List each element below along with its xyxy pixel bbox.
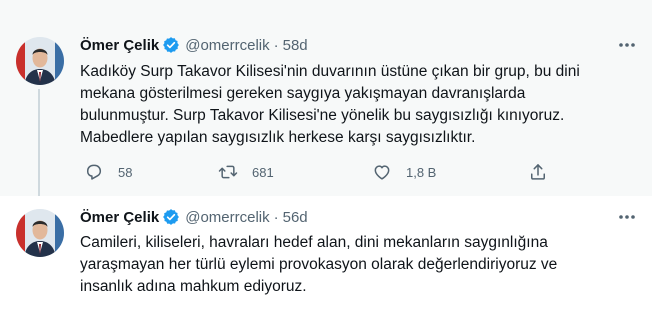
verified-badge-icon (163, 209, 180, 225)
like-button[interactable]: 1,8 B (372, 160, 436, 184)
thread-connector-line (38, 89, 40, 196)
tweet-text-line: insanlık adına mahkum ediyoruz. (80, 278, 307, 295)
author-name[interactable]: Ömer Çelik (80, 37, 159, 54)
tweet-header: Ömer Çelik @omerrcelik · 56d (80, 207, 308, 227)
more-horizontal-icon (619, 215, 635, 219)
tweet-text: Camileri, kiliseleri, havraları hedef al… (80, 232, 628, 298)
separator-dot: · (273, 208, 279, 226)
more-options-button[interactable] (616, 207, 638, 227)
avatar-portrait-icon (16, 37, 64, 85)
share-button[interactable] (528, 160, 548, 184)
tweet-header: Ömer Çelik @omerrcelik · 58d (80, 35, 308, 55)
tweet-2[interactable]: Ömer Çelik @omerrcelik · 56d Camileri, k… (0, 196, 652, 312)
tweet-text-line: bulunmuştur. Surp Takavor Kilisesi'ne yö… (80, 107, 565, 124)
retweet-count: 681 (252, 164, 274, 180)
tweet-text: Kadıköy Surp Takavor Kilisesi'nin duvarı… (80, 61, 628, 149)
avatar[interactable] (16, 37, 64, 85)
tweet-actions: 58 681 1,8 B (80, 160, 560, 184)
tweet-1[interactable]: Ömer Çelik @omerrcelik · 58d Kadıköy Sur… (0, 0, 652, 196)
retweet-button[interactable]: 681 (218, 160, 274, 184)
reply-count: 58 (118, 164, 133, 180)
author-handle[interactable]: @omerrcelik (185, 209, 269, 226)
avatar-portrait-icon (16, 209, 64, 257)
more-options-button[interactable] (616, 35, 638, 55)
share-icon (531, 164, 545, 180)
heart-icon (374, 165, 390, 180)
author-handle[interactable]: @omerrcelik (185, 37, 269, 54)
tweet-timestamp[interactable]: 56d (283, 209, 308, 226)
tweet-text-line: Camileri, kiliseleri, havraları hedef al… (80, 234, 548, 251)
more-horizontal-icon (619, 43, 635, 47)
tweet-text-line: Mabedlere yapılan saygısızlık herkese ka… (80, 129, 476, 146)
reply-icon (87, 164, 102, 180)
avatar[interactable] (16, 209, 64, 257)
tweet-text-line: Kadıköy Surp Takavor Kilisesi'nin duvarı… (80, 63, 580, 80)
tweet-timestamp[interactable]: 58d (283, 37, 308, 54)
author-name[interactable]: Ömer Çelik (80, 209, 159, 226)
tweet-text-line: yaraşmayan her türlü eylemi provokasyon … (80, 256, 558, 273)
separator-dot: · (273, 36, 279, 54)
retweet-icon (218, 165, 238, 179)
verified-badge-icon (163, 37, 180, 53)
like-count: 1,8 B (406, 164, 437, 180)
reply-button[interactable]: 58 (84, 160, 132, 184)
tweet-text-line: mekana gösterilmesi gereken saygıya yakı… (80, 85, 526, 102)
